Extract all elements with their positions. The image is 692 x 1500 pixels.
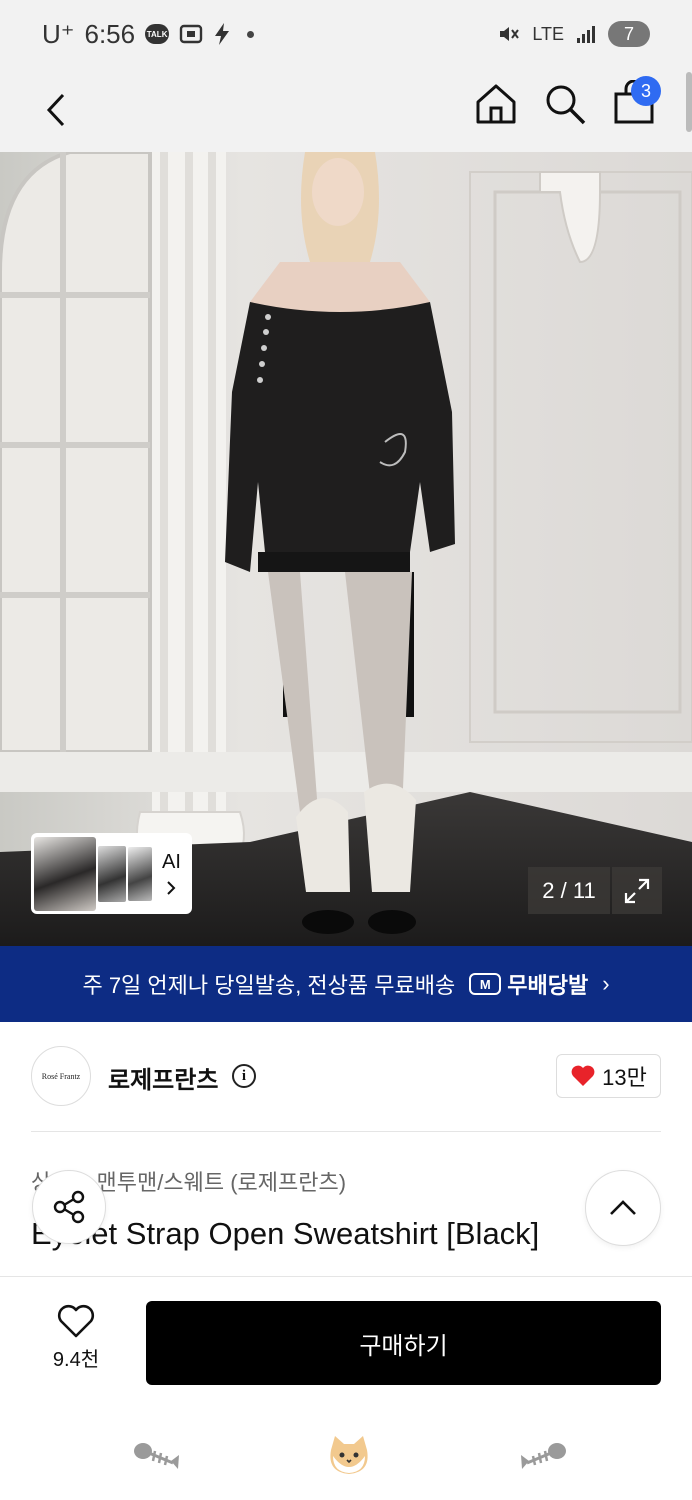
thumbnail-image xyxy=(98,845,126,902)
cat-icon xyxy=(330,1436,368,1474)
search-icon xyxy=(546,85,586,125)
store-like-button[interactable]: 13만 xyxy=(556,1054,661,1098)
promo-text: 주 7일 언제나 당일발송, 전상품 무료배송 xyxy=(82,973,456,998)
screenshot-icon xyxy=(179,24,203,44)
buy-button[interactable]: 구매하기 xyxy=(146,1301,661,1385)
scroll-to-top-button[interactable] xyxy=(585,1170,661,1246)
ai-label: AI xyxy=(162,851,181,873)
back-icon xyxy=(46,93,65,127)
store-name[interactable]: 로제프란츠 xyxy=(108,1060,218,1095)
heart-outline-icon xyxy=(57,1304,95,1338)
product-title: Eyelet Strap Open Sweatshirt [Black] xyxy=(31,1216,540,1251)
divider xyxy=(31,1131,661,1132)
home-icon xyxy=(476,84,516,124)
bottom-nav xyxy=(0,1406,692,1500)
scrollbar[interactable] xyxy=(686,72,692,132)
carrier-label: U⁺ xyxy=(42,18,75,49)
promo-brand: 무배당발 xyxy=(507,973,589,998)
ai-recommendation-card[interactable]: AI xyxy=(31,833,192,914)
search-button[interactable] xyxy=(543,82,587,126)
chevron-right-icon: › xyxy=(602,971,610,996)
store-logo[interactable]: Rosé Frantz xyxy=(31,1046,91,1106)
share-button[interactable] xyxy=(32,1170,106,1244)
wishlist-count: 9.4천 xyxy=(52,1349,100,1371)
image-counter: 2 / 11 xyxy=(528,867,610,914)
thumbnail-image xyxy=(34,836,96,911)
back-button[interactable] xyxy=(36,86,76,134)
chevron-right-icon xyxy=(167,881,176,895)
cart-count-badge: 3 xyxy=(631,76,661,106)
expand-icon xyxy=(624,878,650,903)
share-icon xyxy=(53,1190,85,1224)
charging-bolt-icon xyxy=(215,23,230,45)
fish-bone-icon xyxy=(134,1443,179,1469)
home-button[interactable] xyxy=(474,82,518,126)
shipping-promo-banner[interactable]: 주 7일 언제나 당일발송, 전상품 무료배송 M 무배당발 › xyxy=(0,946,692,1022)
heart-icon xyxy=(571,1065,595,1086)
talk-notification-icon: TALK xyxy=(145,24,170,44)
battery-icon: 7 xyxy=(608,21,650,47)
fish-bone-icon xyxy=(521,1443,566,1469)
top-app-bar xyxy=(0,68,692,152)
chevron-up-icon xyxy=(610,1200,636,1215)
store-like-count: 13만 xyxy=(602,1065,647,1090)
network-type: LTE xyxy=(532,23,564,44)
cat-button[interactable] xyxy=(321,1430,377,1480)
fish-bone-button[interactable] xyxy=(128,1430,184,1480)
fish-bone-button[interactable] xyxy=(516,1430,572,1480)
notification-dot xyxy=(247,30,255,38)
expand-image-button[interactable] xyxy=(612,867,662,914)
product-photo xyxy=(0,152,692,946)
status-time: 6:56 xyxy=(84,18,136,49)
mute-icon xyxy=(500,27,520,41)
delivery-truck-icon: M xyxy=(469,973,502,995)
product-image-gallery[interactable] xyxy=(0,152,692,946)
purchase-bar: 9.4천 구매하기 xyxy=(0,1276,692,1406)
wishlist-button[interactable]: 9.4천 xyxy=(40,1303,112,1372)
signal-icon xyxy=(577,26,595,43)
status-bar: U⁺ 6:56 TALK LTE 7 xyxy=(0,0,692,68)
store-row[interactable]: Rosé Frantz 로제프란츠 i 13만 xyxy=(0,1040,692,1112)
thumbnail-image xyxy=(128,846,152,901)
info-icon[interactable]: i xyxy=(232,1064,256,1088)
